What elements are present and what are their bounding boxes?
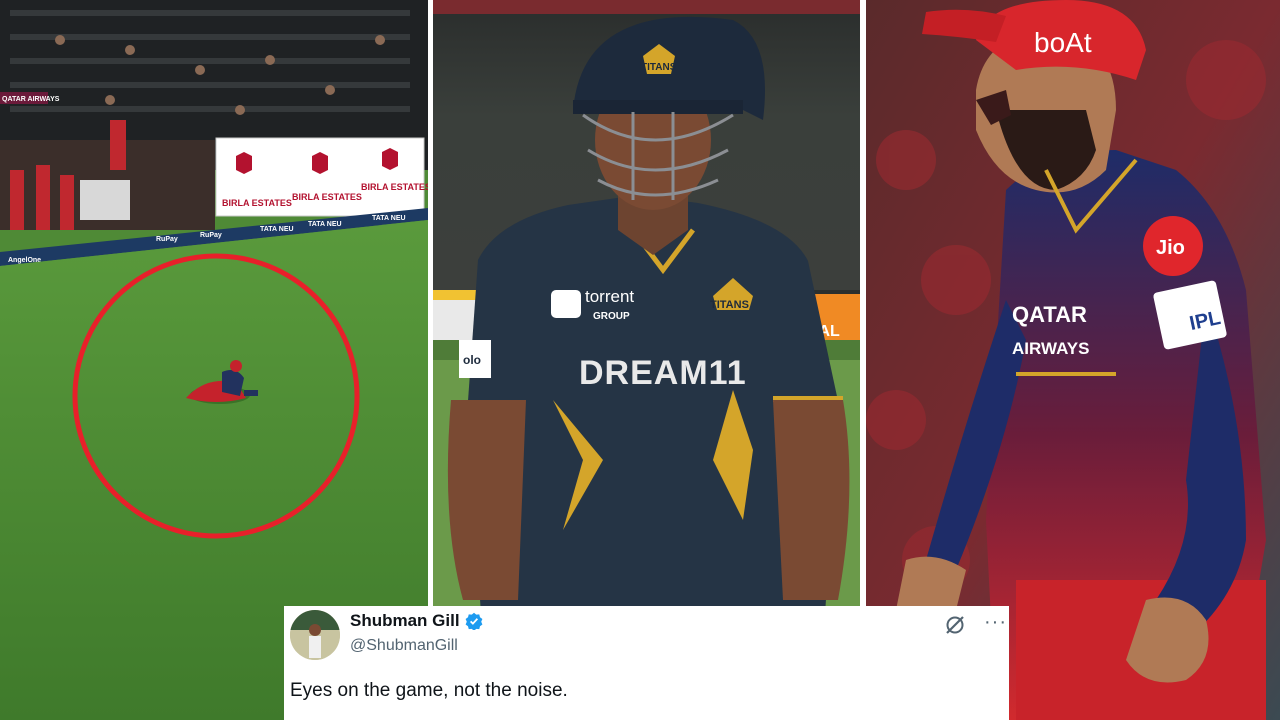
jio-badge-text: Jio [1156,237,1185,259]
sponsor-line-1: QATAR [1012,302,1087,327]
ad-strip-text-2: TATA NEU [260,226,294,233]
torrent-text: torrent [585,287,634,306]
dream11-text: DREAM11 [579,354,747,392]
avatar[interactable] [290,610,340,660]
ad-strip-text-6: TATA NEU [372,215,406,222]
right-arm [773,400,850,600]
cap-brand-text: boAt [1034,27,1092,58]
torrent-logo-mark [551,290,581,318]
sleeve-badge-text: olo [463,353,481,367]
board-text-3: BIRLA ESTATES [361,182,428,192]
chest-logo-text: TITANS [710,299,749,311]
left-arm [447,400,526,600]
board-text-1: BIRLA ESTATES [222,198,292,208]
verified-badge-icon [465,612,483,631]
board-text-2: BIRLA ESTATES [292,192,362,202]
ad-strip-text-3: RuPay [156,236,178,243]
tweet-author-handle[interactable]: @ShubmanGill [350,637,458,655]
grok-icon[interactable] [944,614,966,636]
helmet-logo-text: TITANS [641,62,677,73]
torrent-group-text: GROUP [593,311,630,322]
tweet-author-name[interactable]: Shubman Gill [350,611,483,631]
tweet-text: Eyes on the game, not the noise. [290,680,568,701]
corner-sign-text: QATAR AIRWAYS [2,96,60,103]
tweet-card[interactable]: Shubman Gill @ShubmanGill ··· Eyes on th… [284,606,1009,720]
author-name-text: Shubman Gill [350,611,460,630]
ad-strip-text-5: TATA NEU [308,221,342,228]
ad-strip-text-4: RuPay [200,232,222,239]
more-options-icon[interactable]: ··· [984,612,1007,632]
sponsor-line-2: AIRWAYS [1012,339,1089,358]
